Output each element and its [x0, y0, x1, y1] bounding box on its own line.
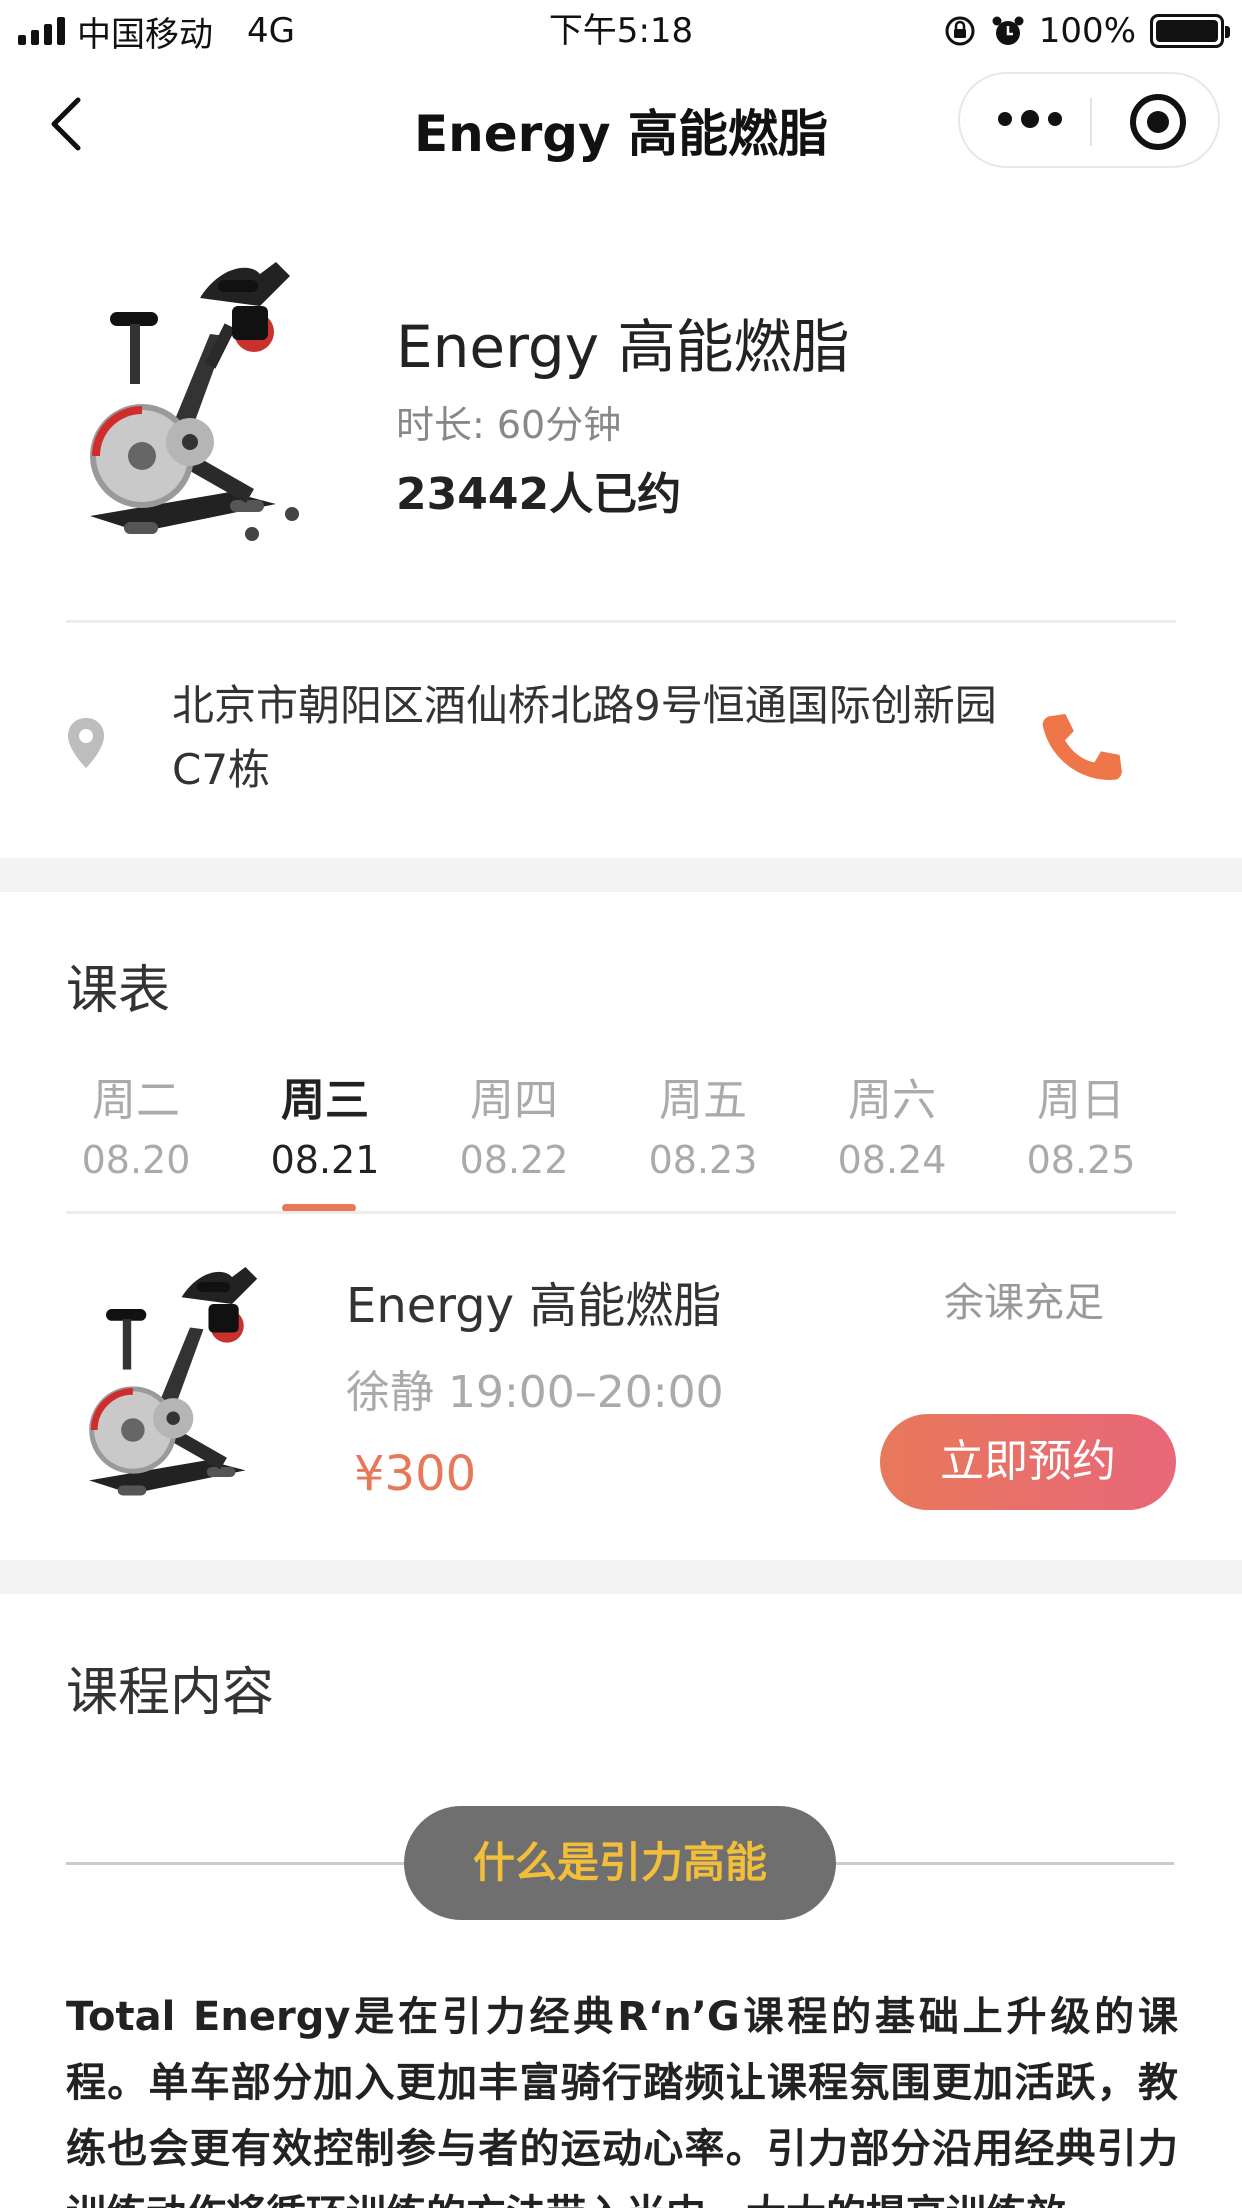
section-gap: [0, 1560, 1242, 1594]
phone-icon[interactable]: [1040, 704, 1124, 788]
section-gap: [0, 858, 1242, 892]
booked-count: 23442人已约: [396, 469, 682, 520]
day-date: 08.22: [459, 1138, 569, 1182]
book-now-button[interactable]: 立即预约: [880, 1414, 1176, 1510]
tab-day-5[interactable]: 周日 08.25: [1011, 1070, 1151, 1188]
address-text[interactable]: 北京市朝阳区酒仙桥北路9号恒通国际创新园C7栋: [172, 674, 1002, 802]
day-name: 周六: [848, 1075, 936, 1126]
day-date: 08.25: [1026, 1138, 1136, 1182]
content-paragraph: Total Energy是在引力经典R‘n’G课程的基础上升级的课程。单车部分加…: [66, 1994, 1178, 2208]
day-name: 周二: [92, 1075, 180, 1126]
day-date: 08.23: [648, 1138, 758, 1182]
divider-line: [834, 1862, 1174, 1865]
battery-icon: [1150, 14, 1230, 48]
day-date: 08.21: [270, 1138, 380, 1182]
class-title: Energy 高能燃脂: [346, 1278, 722, 1334]
day-name: 周日: [1037, 1075, 1125, 1126]
course-duration: 时长: 60分钟: [396, 403, 622, 447]
availability-status: 余课充足: [944, 1280, 1104, 1326]
status-bar: 中国移动 4G 下午5:18 100%: [0, 0, 1242, 62]
day-date: 08.24: [837, 1138, 947, 1182]
class-price: ¥300: [354, 1446, 477, 1502]
class-coach-time: 徐静 19:00–20:00: [346, 1367, 724, 1418]
day-name: 周五: [659, 1075, 747, 1126]
mini-program-capsule: [958, 72, 1220, 168]
tab-day-3[interactable]: 周五 08.23: [633, 1070, 773, 1188]
section-pill-label: 什么是引力高能: [404, 1806, 836, 1920]
capsule-divider: [1090, 98, 1092, 146]
divider: [66, 1211, 1176, 1214]
location-pin-icon: [68, 718, 104, 768]
divider-line: [66, 1862, 410, 1865]
tab-day-0[interactable]: 周二 08.20: [66, 1070, 206, 1188]
schedule-title: 课表: [66, 961, 171, 1021]
target-close-icon[interactable]: [1130, 94, 1186, 150]
rotation-lock-icon: [945, 16, 975, 46]
day-name: 周三: [281, 1075, 369, 1126]
divider: [66, 620, 1176, 623]
day-date: 08.20: [81, 1138, 191, 1182]
status-right: 100%: [943, 8, 1230, 54]
spin-bike-image: [90, 262, 299, 541]
tab-day-1[interactable]: 周三 08.21: [255, 1070, 395, 1188]
course-title: Energy 高能燃脂: [396, 313, 850, 381]
battery-percent: 100%: [1038, 11, 1136, 51]
alarm-icon: [992, 16, 1024, 45]
day-tabs: 周二 08.20 周三 08.21 周四 08.22 周五 08.23 周六 0…: [66, 1070, 1176, 1214]
class-thumbnail-image: [89, 1267, 258, 1496]
tab-day-2[interactable]: 周四 08.22: [444, 1070, 584, 1188]
content-title: 课程内容: [66, 1663, 275, 1723]
day-name: 周四: [470, 1075, 558, 1126]
more-dots-icon[interactable]: [998, 110, 1062, 128]
tab-day-4[interactable]: 周六 08.24: [822, 1070, 962, 1188]
nav-bar: Energy 高能燃脂: [0, 62, 1242, 186]
